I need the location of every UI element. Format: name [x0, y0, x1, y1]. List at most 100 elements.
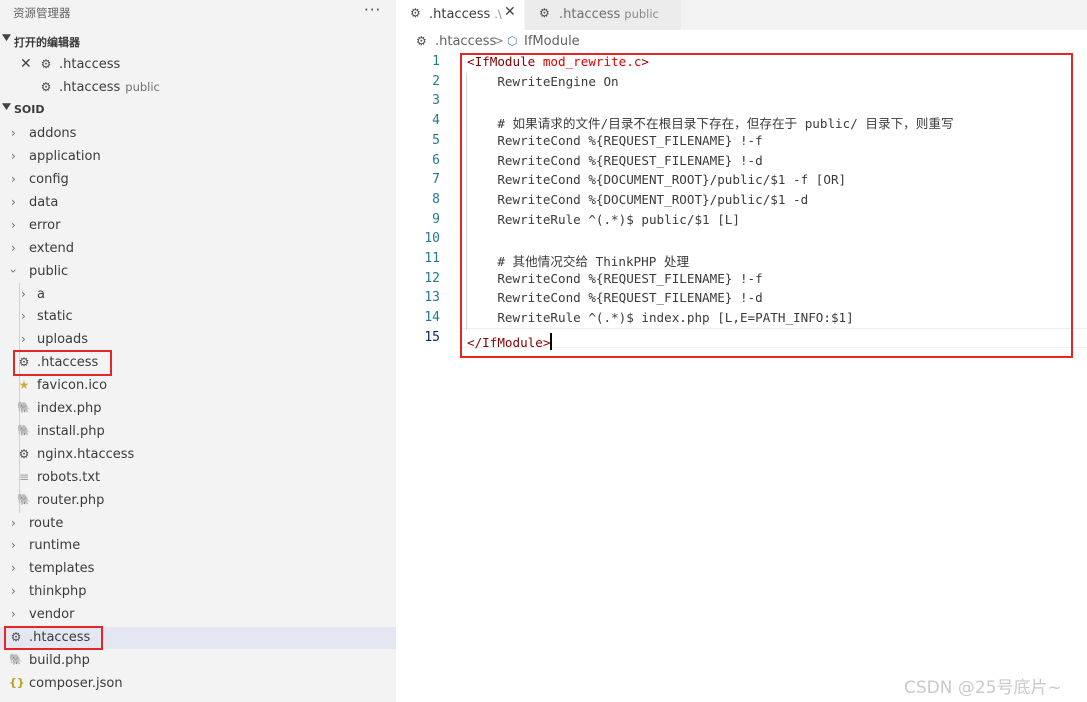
line-number: 7: [432, 172, 440, 188]
tree-folder-config[interactable]: › config: [0, 169, 396, 191]
tree-label: public: [29, 264, 69, 279]
code-token: # 其他情况交给 ThinkPHP 处理: [467, 254, 690, 269]
close-icon[interactable]: ✕: [20, 56, 32, 72]
code-editor[interactable]: 1 <IfModule mod_rewrite.c> 2 RewriteEngine…: [396, 51, 1087, 702]
gear-icon: ⚙: [40, 57, 52, 71]
open-editors-section[interactable]: ▼ 打开的编辑器: [0, 31, 396, 51]
tree-file-install-php[interactable]: 🐘 install.php: [0, 421, 396, 443]
line-number: 8: [432, 191, 440, 207]
tree-file-nginx-htaccess[interactable]: ⚙ nginx.htaccess: [0, 444, 396, 466]
more-actions-icon[interactable]: ···: [364, 1, 381, 19]
code-token: RewriteCond %{REQUEST_FILENAME} !-f: [467, 270, 763, 286]
chevron-right-icon: ›: [11, 126, 16, 140]
chevron-right-icon: ›: [11, 607, 16, 621]
breadcrumb-file[interactable]: .htaccess: [435, 34, 496, 49]
tree-folder-runtime[interactable]: › runtime: [0, 535, 396, 557]
tree-folder-vendor[interactable]: › vendor: [0, 604, 396, 626]
tree-file-index-php[interactable]: 🐘 index.php: [0, 398, 396, 420]
tree-folder-application[interactable]: › application: [0, 146, 396, 168]
workspace-section[interactable]: ▼ SOID: [0, 100, 396, 120]
code-line[interactable]: RewriteCond %{REQUEST_FILENAME} !-d: [467, 290, 762, 305]
code-token: mod_rewrite.c: [542, 54, 642, 69]
tree-file-htaccess-public[interactable]: ⚙ .htaccess: [0, 352, 396, 374]
code-line[interactable]: RewriteEngine On: [467, 73, 619, 89]
tree-label: config: [29, 172, 69, 187]
code-token: RewriteCond %{DOCUMENT_ROOT}/public/$1 -…: [467, 191, 809, 207]
code-line[interactable]: RewriteCond %{REQUEST_FILENAME} !-f: [467, 270, 763, 286]
tree-label: application: [29, 149, 101, 164]
tab-desc: .\: [494, 7, 502, 21]
open-editor-item[interactable]: ✕ ⚙ .htaccess: [0, 54, 396, 76]
code-line[interactable]: RewriteRule ^(.*)$ index.php [L,E=PATH_I…: [467, 310, 853, 325]
code-token: RewriteCond %{REQUEST_FILENAME} !-d: [467, 152, 763, 168]
tree-label: uploads: [37, 332, 89, 347]
chevron-right-icon: ›: [11, 149, 16, 163]
code-token: <IfModule: [467, 54, 543, 69]
chevron-down-icon: ›: [6, 268, 21, 274]
tree-folder-error[interactable]: › error: [0, 215, 396, 237]
code-line[interactable]: RewriteRule ^(.*)$ public/$1 [L]: [467, 212, 740, 227]
tree-folder-uploads[interactable]: › uploads: [0, 329, 396, 351]
open-editor-label: .htaccess: [59, 57, 121, 72]
tree-label: static: [37, 309, 73, 324]
code-token: RewriteRule ^(.*)$ public/$1 [L]: [467, 211, 740, 227]
tree-label: vendor: [29, 607, 75, 622]
gear-icon: ⚙: [18, 355, 30, 369]
gear-icon: ⚙: [410, 6, 421, 20]
code-token: RewriteEngine On: [467, 73, 619, 89]
tab-htaccess-public[interactable]: ⚙ .htaccess public: [525, 0, 681, 30]
code-line[interactable]: # 如果请求的文件/目录不在根目录下存在，但存在于 public/ 目录下，则重…: [467, 113, 954, 132]
tree-folder-route[interactable]: › route: [0, 513, 396, 535]
open-editor-desc: public: [125, 80, 160, 94]
tree-file-robots[interactable]: ≡ robots.txt: [0, 467, 396, 489]
tab-label: .htaccess: [559, 7, 621, 22]
code-line[interactable]: RewriteCond %{DOCUMENT_ROOT}/public/$1 -…: [467, 172, 846, 187]
workspace-label: SOID: [14, 103, 45, 116]
tree-file-htaccess-root[interactable]: ⚙ .htaccess: [0, 627, 396, 649]
tree-label: extend: [29, 241, 75, 256]
close-icon[interactable]: ✕: [504, 4, 516, 20]
php-elephant-icon: 🐘: [17, 401, 31, 414]
tree-file-composer-json[interactable]: {} composer.json: [0, 673, 396, 695]
tree-folder-public[interactable]: › public: [0, 261, 396, 283]
gear-icon: ⚙: [10, 630, 22, 644]
tree-label: addons: [29, 126, 77, 141]
tree-folder-data[interactable]: › data: [0, 192, 396, 214]
code-line[interactable]: # 其他情况交给 ThinkPHP 处理: [467, 251, 689, 270]
tree-label: templates: [29, 561, 95, 576]
open-editor-item[interactable]: ⚙ .htaccess public: [0, 77, 396, 99]
tree-folder-static[interactable]: › static: [0, 306, 396, 328]
tree-folder-addons[interactable]: › addons: [0, 123, 396, 145]
code-token: >: [641, 54, 649, 69]
code-line[interactable]: </IfModule>: [467, 330, 552, 350]
chevron-right-icon: ›: [11, 172, 16, 186]
open-editor-label: .htaccess: [59, 80, 121, 95]
code-line[interactable]: RewriteCond %{DOCUMENT_ROOT}/public/$1 -…: [467, 192, 808, 207]
tab-label: .htaccess: [429, 7, 491, 22]
code-line[interactable]: RewriteCond %{REQUEST_FILENAME} !-d: [467, 152, 763, 168]
editor-tab-bar: ⚙ .htaccess .\ ✕ ⚙ .htaccess public: [396, 0, 1087, 30]
code-line[interactable]: RewriteCond %{REQUEST_FILENAME} !-f: [467, 133, 762, 148]
tab-htaccess-root[interactable]: ⚙ .htaccess .\ ✕: [396, 0, 524, 30]
gear-icon: ⚙: [416, 34, 427, 48]
tree-folder-thinkphp[interactable]: › thinkphp: [0, 581, 396, 603]
tree-file-router-php[interactable]: 🐘 router.php: [0, 490, 396, 512]
chevron-right-icon: ›: [11, 561, 16, 575]
code-line[interactable]: <IfModule mod_rewrite.c>: [467, 54, 649, 69]
php-elephant-icon: 🐘: [9, 653, 23, 666]
gear-icon: ⚙: [539, 6, 550, 20]
chevron-right-icon: ›: [11, 516, 16, 530]
text-file-icon: ≡: [18, 470, 30, 484]
tree-file-build-php[interactable]: 🐘 build.php: [0, 650, 396, 672]
code-token: # 如果请求的文件/目录不在根目录下存在，但存在于 public/ 目录下，则重…: [467, 116, 954, 132]
tree-label: robots.txt: [37, 470, 101, 485]
indent-guide: [466, 73, 467, 330]
chevron-right-icon: ›: [21, 287, 26, 301]
tree-folder-extend[interactable]: › extend: [0, 238, 396, 260]
tree-file-favicon[interactable]: ★ favicon.ico: [0, 375, 396, 397]
tree-folder-a[interactable]: › a: [0, 284, 396, 306]
tree-label: favicon.ico: [37, 378, 108, 393]
breadcrumb-symbol[interactable]: IfModule: [524, 34, 580, 49]
line-number: 1: [432, 54, 440, 69]
tree-folder-templates[interactable]: › templates: [0, 558, 396, 580]
